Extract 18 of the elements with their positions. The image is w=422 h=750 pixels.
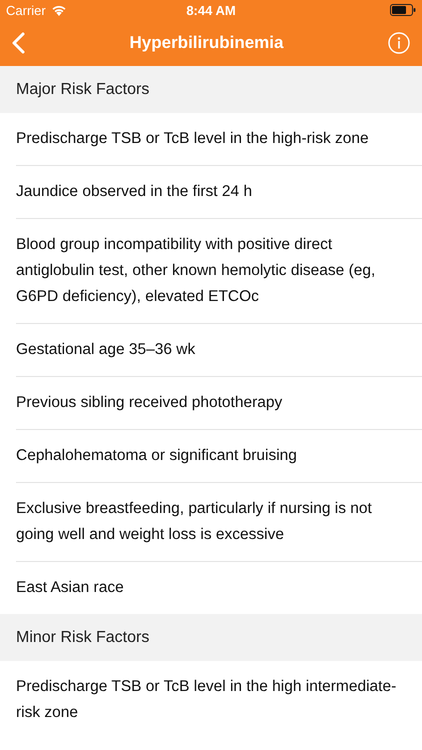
status-time: 8:44 AM xyxy=(185,2,237,18)
section-header: Major Risk Factors xyxy=(0,66,422,113)
section-header: Minor Risk Factors xyxy=(0,614,422,661)
list-item[interactable]: Predischarge TSB or TcB level in the high-risk zone xyxy=(16,113,422,166)
battery-icon xyxy=(390,4,416,16)
list-item[interactable]: Exclusive breastfeeding, particularly if nursing is not going well and weight loss is excessive xyxy=(16,483,422,562)
list-item[interactable]: Jaundice observed in the first 24 h xyxy=(16,166,422,219)
list-item[interactable]: Predischarge TSB or TcB level in the high intermediate-risk zone xyxy=(16,661,422,739)
back-button[interactable] xyxy=(10,30,27,56)
wifi-icon xyxy=(50,4,67,16)
carrier-label: Carrier xyxy=(6,2,46,18)
list-item[interactable]: Gestational age 35–36 wk xyxy=(16,324,422,377)
list-item[interactable]: Previous sibling received phototherapy xyxy=(16,377,422,430)
list-item[interactable]: Cephalohematoma or significant bruising xyxy=(16,430,422,483)
screen-title: Hyperbilirubinemia xyxy=(130,33,284,53)
list-item[interactable]: Blood group incompatibility with positive direct antiglobulin test, other known hemolytic disease (eg, G6PD deficiency), elevated ETCOc xyxy=(16,219,422,324)
info-button[interactable] xyxy=(386,30,412,56)
list-item[interactable]: East Asian race xyxy=(16,562,422,614)
